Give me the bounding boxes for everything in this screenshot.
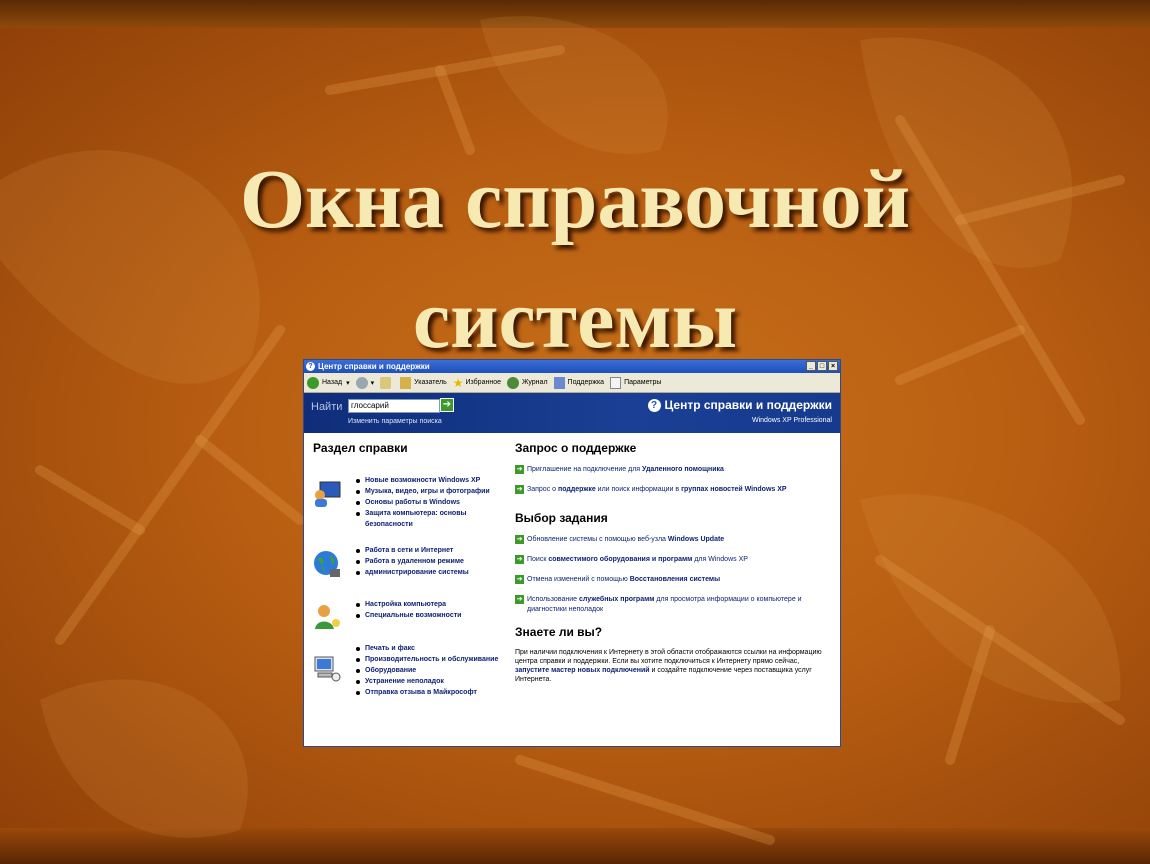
support-icon	[553, 376, 565, 389]
topic-group: Настройка компьютера Специальные возможн…	[312, 599, 505, 633]
topic-link[interactable]: Производительность и обслуживание	[354, 654, 505, 665]
close-button[interactable]: ×	[828, 361, 838, 371]
help-center-window: ? Центр справки и поддержки _ □ × Назад ▾…	[303, 359, 841, 747]
history-icon	[506, 376, 519, 389]
home-icon	[380, 376, 392, 389]
help-icon: ?	[647, 398, 661, 412]
topic-group: Печать и факс Производительность и обслу…	[312, 643, 505, 698]
slide-title-line1: Окна справочной	[239, 153, 911, 246]
green-arrow-icon: ➔	[515, 465, 524, 474]
task-link[interactable]: ➔ Отмена изменений с помощью Восстановлен…	[515, 575, 805, 585]
topic-link[interactable]: Печать и факс	[354, 643, 505, 654]
search-input[interactable]: глоссарий	[348, 399, 440, 413]
globe-icon	[314, 551, 340, 577]
topic-link[interactable]: Отправка отзыва в Майкрософт	[354, 687, 505, 698]
devices-icon	[314, 656, 341, 682]
task-link[interactable]: ➔ Поиск совместимого оборудования и прогр…	[515, 555, 805, 565]
task-link[interactable]: ➔ Обновление системы с помощью веб-узла W…	[515, 535, 805, 545]
did-you-know-text: При наличии подключения к Интернету в эт…	[515, 649, 822, 683]
support-task-link[interactable]: ➔ Запрос о поддержке или поиск информации…	[515, 485, 805, 495]
topic-link[interactable]: Новые возможности Windows XP	[354, 475, 505, 486]
toolbar: Назад ▾ ▾ Указатель ★ Избранное Журнал Под…	[304, 373, 840, 393]
topic-link[interactable]: администрирование системы	[354, 567, 505, 578]
support-button[interactable]: Поддержка	[553, 376, 604, 389]
window-title: Центр справки и поддержки	[318, 362, 430, 371]
edition-label: Windows XP Professional	[751, 417, 832, 424]
did-you-know-heading: Знаете ли вы?	[515, 625, 603, 639]
topic-link[interactable]: Устранение неполадок	[354, 676, 505, 687]
topic-link[interactable]: Основы работы в Windows	[354, 497, 505, 508]
window-titlebar[interactable]: ? Центр справки и поддержки _ □ ×	[304, 360, 840, 373]
search-go-button[interactable]: ➔	[440, 398, 454, 412]
user-settings-icon	[315, 605, 340, 629]
maximize-button[interactable]: □	[817, 361, 827, 371]
green-arrow-icon: ➔	[515, 535, 524, 544]
book-icon	[400, 376, 412, 389]
green-arrow-icon: ➔	[515, 555, 524, 564]
back-arrow-icon	[307, 376, 319, 389]
topic-link[interactable]: Защита компьютера: основы безопасности	[354, 508, 505, 530]
support-task-link[interactable]: ➔ Приглашение на подключение для Удаленно…	[515, 465, 805, 475]
forward-button[interactable]: ▾	[355, 376, 375, 389]
home-button[interactable]	[380, 376, 394, 389]
monitor-users-icon	[315, 481, 341, 507]
slide-title-line2: системы	[412, 273, 738, 366]
forward-arrow-icon	[355, 376, 368, 389]
help-topics-heading: Раздел справки	[313, 441, 408, 455]
dropdown-icon[interactable]: ▾	[346, 379, 350, 387]
pick-task-heading: Выбор задания	[515, 511, 608, 525]
content-area: Раздел справки Новые возможности Windows…	[304, 433, 840, 733]
back-button[interactable]: Назад ▾	[307, 376, 350, 389]
history-button[interactable]: Журнал	[506, 376, 548, 389]
topic-link[interactable]: Работа в сети и Интернет	[354, 545, 505, 556]
support-request-heading: Запрос о поддержке	[515, 441, 637, 455]
green-arrow-icon: ➔	[515, 575, 524, 584]
topic-link[interactable]: Музыка, видео, игры и фотографии	[354, 486, 505, 497]
star-icon: ★	[452, 375, 464, 390]
minimize-button[interactable]: _	[806, 361, 816, 371]
favorites-button[interactable]: ★ Избранное	[453, 376, 501, 390]
new-connection-wizard-link[interactable]: запустите мастер новых подключений	[515, 667, 650, 674]
search-options-link[interactable]: Изменить параметры поиска	[348, 418, 442, 425]
task-link[interactable]: ➔ Использование служебных программ для пр…	[515, 595, 805, 615]
help-icon: ?	[306, 362, 315, 371]
index-button[interactable]: Указатель	[400, 376, 447, 389]
topic-group: Работа в сети и Интернет Работа в удален…	[312, 545, 505, 579]
green-arrow-icon: ➔	[515, 485, 524, 494]
help-center-title: ? Центр справки и поддержки	[647, 398, 832, 412]
green-arrow-icon: ➔	[515, 595, 524, 604]
find-label: Найти	[311, 401, 343, 413]
topic-link[interactable]: Настройка компьютера	[354, 599, 505, 610]
search-banner: Найти глоссарий ➔ Изменить параметры пои…	[304, 393, 840, 433]
topic-group: Новые возможности Windows XP Музыка, вид…	[312, 475, 505, 530]
dropdown-icon[interactable]: ▾	[371, 379, 375, 387]
topic-link[interactable]: Оборудование	[354, 665, 505, 676]
options-button[interactable]: Параметры	[610, 376, 661, 389]
options-icon	[610, 376, 622, 389]
topic-link[interactable]: Специальные возможности	[354, 610, 505, 621]
topic-link[interactable]: Работа в удаленном режиме	[354, 556, 505, 567]
